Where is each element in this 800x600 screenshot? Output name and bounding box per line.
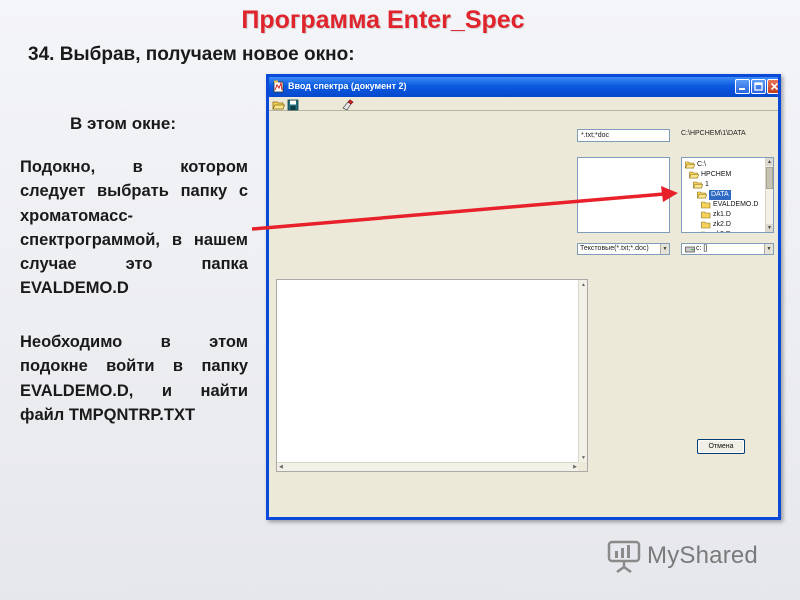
open-folder-icon — [689, 171, 699, 179]
maximize-icon[interactable] — [751, 79, 766, 94]
minimize-icon[interactable] — [735, 79, 750, 94]
folder-tree-item[interactable]: C:\ — [682, 160, 766, 170]
cancel-button[interactable]: Отмена — [697, 439, 745, 454]
eraser-icon[interactable] — [341, 98, 354, 111]
folder-tree-item[interactable]: DATA — [682, 190, 766, 200]
scroll-thumb[interactable] — [766, 167, 773, 189]
folder-tree-item-label: HPCHEM — [701, 171, 732, 178]
folder-tree-item[interactable]: EVALDEMO.D — [682, 200, 766, 210]
chevron-down-icon[interactable]: ▼ — [660, 244, 669, 254]
file-mask-input[interactable]: *.txt;*doc — [577, 129, 670, 142]
close-icon[interactable] — [767, 79, 778, 94]
file-list[interactable] — [577, 157, 670, 233]
folder-tree-item-label: zk2.D — [713, 221, 731, 228]
toolbar — [269, 97, 778, 111]
folder-tree-item[interactable]: zk2.D — [682, 220, 766, 230]
folder-tree-item-label: zk1.D — [713, 211, 731, 218]
chevron-down-icon[interactable]: ▼ — [764, 244, 773, 254]
slide-subtitle: 34. Выбрав, получаем новое окно: — [28, 44, 355, 65]
scroll-down-icon[interactable]: ▼ — [581, 455, 586, 461]
note-heading: В этом окне: — [70, 114, 177, 133]
folder-tree[interactable]: C:\HPCHEM1DATAEVALDEMO.Dzk1.Dzk2.Dzk3.D … — [681, 157, 774, 233]
folder-tree-item-label: zk3.D — [713, 230, 731, 232]
folder-tree-scrollbar[interactable]: ▲ ▼ — [765, 158, 773, 232]
open-folder-icon — [693, 181, 703, 189]
scroll-up-icon[interactable]: ▲ — [581, 282, 586, 288]
save-icon[interactable] — [287, 98, 300, 111]
open-folder-icon — [697, 191, 707, 199]
folder-tree-item[interactable]: 1 — [682, 180, 766, 190]
scroll-up-icon[interactable]: ▲ — [766, 158, 773, 166]
window-titlebar[interactable]: Ввод спектра (документ 2) — [269, 77, 778, 97]
scroll-down-icon[interactable]: ▼ — [766, 224, 773, 232]
window-title: Ввод спектра (документ 2) — [288, 81, 407, 91]
folder-icon — [701, 231, 705, 232]
file-type-value: Текстовые(*.txt;*.doc) — [580, 245, 649, 252]
folder-icon — [701, 221, 711, 229]
spectrum-text-area[interactable]: ▲ ▼ ◀ ▶ — [276, 279, 588, 472]
drive-select[interactable]: c: [] ▼ — [681, 243, 774, 255]
folder-tree-item-label: 1 — [705, 181, 709, 188]
scroll-left-icon[interactable]: ◀ — [279, 464, 283, 470]
text-area-vertical-scrollbar[interactable]: ▲ ▼ — [578, 280, 587, 463]
folder-tree-item[interactable]: zk1.D — [682, 210, 766, 220]
slide-title: Программа Enter_Spec — [241, 6, 525, 34]
spectrum-input-window: Ввод спектра (документ 2) *.txt;*doc C:\… — [266, 74, 781, 520]
current-path-label: C:\HPCHEM\1\DATA — [681, 130, 746, 137]
drive-icon — [685, 246, 695, 254]
folder-tree-item-label: DATA — [709, 190, 731, 200]
scroll-corner — [578, 462, 587, 471]
presentation-board-icon — [607, 539, 643, 578]
myshared-logo-text: MyShared — [647, 542, 758, 569]
folder-tree-item-label: EVALDEMO.D — [713, 201, 759, 208]
myshared-logo: MyShared — [607, 539, 777, 574]
note-paragraph-instructions: Необходимо в этом подокне войти в папку … — [20, 333, 248, 424]
note-paragraph-subwindow: Подокно, в котором следует выбрать папку… — [20, 158, 248, 298]
file-type-select[interactable]: Текстовые(*.txt;*.doc) ▼ — [577, 243, 670, 255]
drive-value: c: [] — [696, 245, 708, 252]
open-folder-icon[interactable] — [272, 98, 286, 110]
folder-icon — [701, 201, 711, 209]
text-area-horizontal-scrollbar[interactable]: ◀ ▶ — [277, 462, 579, 471]
folder-icon — [701, 211, 711, 219]
folder-tree-item[interactable]: zk3.D — [682, 230, 766, 232]
folder-tree-item-label: C:\ — [697, 161, 706, 168]
app-icon — [273, 80, 285, 93]
open-folder-icon — [685, 161, 695, 169]
scroll-right-icon[interactable]: ▶ — [573, 464, 577, 470]
folder-tree-item[interactable]: HPCHEM — [682, 170, 766, 180]
